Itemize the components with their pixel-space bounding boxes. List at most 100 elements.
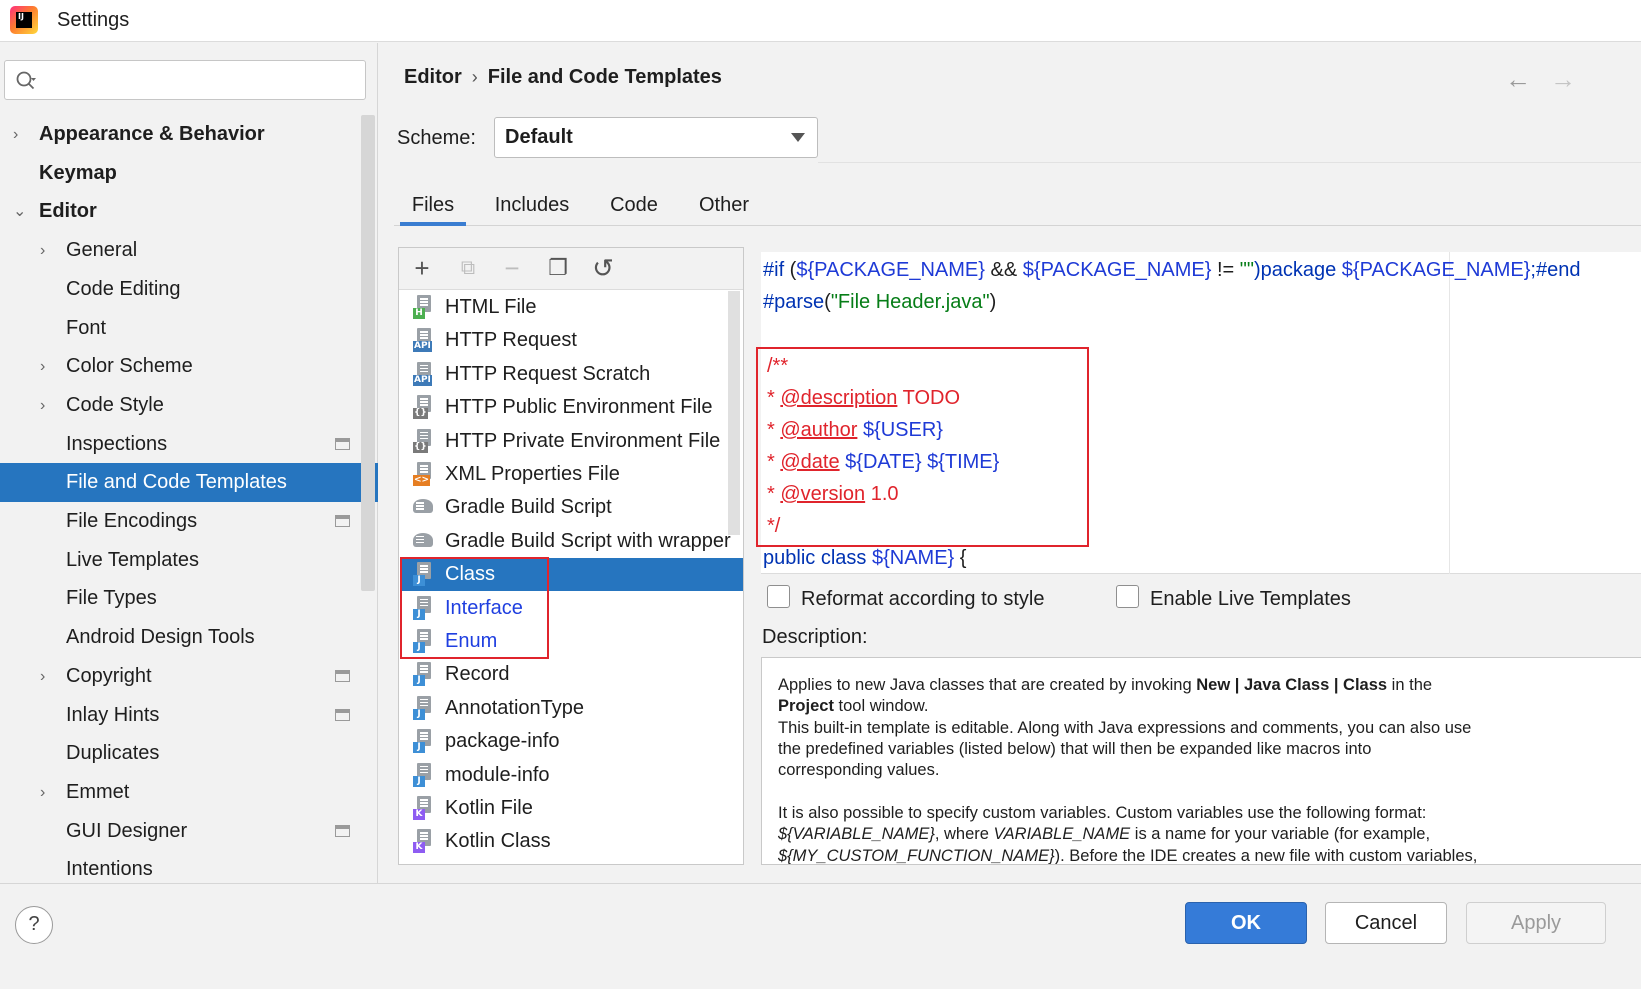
template-item[interactable]: {} HTTP Private Environment File: [400, 425, 743, 458]
sidebar-item-editor[interactable]: ⌄ Editor: [0, 192, 378, 231]
template-list-scrollbar[interactable]: [728, 291, 740, 535]
reformat-checkbox[interactable]: [767, 585, 790, 608]
chevron-down-icon[interactable]: ⌄: [13, 192, 29, 231]
back-arrow-icon[interactable]: ←: [1505, 64, 1531, 95]
template-label: package-info: [445, 730, 560, 753]
sidebar-item-label: GUI Designer: [66, 819, 188, 842]
add-child-template-icon[interactable]: ⧉: [455, 256, 481, 282]
apply-button[interactable]: Apply: [1466, 902, 1606, 944]
chevron-right-icon[interactable]: ›: [40, 657, 56, 696]
chevron-right-icon[interactable]: ›: [13, 115, 29, 154]
template-item[interactable]: Gradle Build Script with wrapper: [400, 525, 743, 558]
sidebar-item-keymap[interactable]: Keymap: [0, 154, 378, 193]
sidebar-item-emmet[interactable]: › Emmet: [0, 773, 378, 812]
sidebar-item-appearance-behavior[interactable]: › Appearance & Behavior: [0, 115, 378, 154]
template-item[interactable]: K Kotlin File: [400, 792, 743, 825]
sidebar-item-file-encodings[interactable]: File Encodings: [0, 502, 378, 541]
tab-includes[interactable]: Includes: [486, 186, 578, 226]
template-item[interactable]: <> XML Properties File: [400, 458, 743, 491]
template-toolbar: + ⧉ − ❐ ↺: [399, 248, 743, 290]
ok-button[interactable]: OK: [1185, 902, 1307, 944]
sidebar-item-label: Code Editing: [66, 277, 181, 300]
sidebar-item-gui-designer[interactable]: GUI Designer: [0, 812, 378, 851]
sidebar-item-label: File and Code Templates: [66, 471, 287, 494]
sidebar-item-code-style[interactable]: › Code Style: [0, 386, 378, 425]
desc-line-1: Applies to new Java classes that are cre…: [778, 676, 1433, 694]
settings-search-input[interactable]: [4, 60, 366, 100]
forward-arrow-icon[interactable]: →: [1550, 64, 1576, 95]
tab-files[interactable]: Files: [400, 186, 466, 226]
template-item[interactable]: K Kotlin Class: [400, 825, 743, 858]
sidebar-item-duplicates[interactable]: Duplicates: [0, 734, 378, 773]
sidebar-scrollbar[interactable]: [361, 115, 375, 591]
sidebar-item-label: General: [66, 239, 138, 262]
file-template-icon: API: [413, 361, 435, 387]
sidebar-item-android-design-tools[interactable]: Android Design Tools: [0, 618, 378, 657]
sidebar-item-label: Inlay Hints: [66, 703, 160, 726]
template-item[interactable]: Jmodule-info: [400, 759, 743, 792]
template-item[interactable]: J AnnotationType: [400, 692, 743, 725]
template-tabs: Files Includes Code Other: [394, 186, 1641, 226]
live-templates-checkbox[interactable]: [1116, 585, 1139, 608]
desc-line-6: It is also possible to specify custom va…: [778, 804, 1427, 822]
sidebar-item-file-and-code-templates[interactable]: File and Code Templates: [0, 463, 378, 503]
sidebar-item-inlay-hints[interactable]: Inlay Hints: [0, 696, 378, 735]
scheme-dropdown[interactable]: Default: [494, 117, 818, 158]
template-label: Gradle Build Script: [445, 496, 612, 519]
template-label: AnnotationType: [445, 696, 584, 719]
cancel-button[interactable]: Cancel: [1325, 902, 1447, 944]
project-settings-icon: [335, 437, 350, 450]
highlight-box-comment: [756, 347, 1089, 547]
sidebar-item-copyright[interactable]: › Copyright: [0, 657, 378, 696]
sidebar-item-code-editing[interactable]: Code Editing: [0, 270, 378, 309]
template-item[interactable]: Gradle Build Script: [400, 491, 743, 524]
sidebar-item-general[interactable]: › General: [0, 231, 378, 270]
sidebar-item-label: Live Templates: [66, 548, 200, 571]
project-settings-icon: [335, 669, 350, 682]
chevron-right-icon[interactable]: ›: [40, 773, 56, 812]
reset-to-default-icon[interactable]: ↺: [590, 255, 616, 282]
template-label: Kotlin Class: [445, 830, 551, 853]
chevron-right-icon[interactable]: ›: [40, 386, 56, 425]
template-item[interactable]: J Record: [400, 658, 743, 691]
template-item[interactable]: Jpackage-info: [400, 725, 743, 758]
sidebar-item-color-scheme[interactable]: › Color Scheme: [0, 347, 378, 386]
help-button[interactable]: ?: [15, 906, 53, 944]
file-template-icon: API: [413, 328, 435, 353]
sidebar-item-live-templates[interactable]: Live Templates: [0, 541, 378, 580]
template-item[interactable]: {} HTTP Public Environment File: [400, 391, 743, 424]
chevron-right-icon[interactable]: ›: [40, 347, 56, 386]
template-label: Record: [445, 663, 510, 686]
template-item[interactable]: API HTTP Request Scratch: [400, 358, 743, 391]
template-label: HTTP Private Environment File: [445, 429, 721, 452]
breadcrumb-separator: ›: [471, 67, 478, 87]
tab-code[interactable]: Code: [599, 186, 669, 226]
sidebar-item-inspections[interactable]: Inspections: [0, 425, 378, 464]
desc-line-7: ${VARIABLE_NAME}, where VARIABLE_NAME is…: [778, 825, 1431, 843]
copy-template-icon[interactable]: ❐: [545, 256, 571, 282]
sidebar-item-label: Font: [66, 316, 107, 339]
sidebar-item-label: Copyright: [66, 664, 152, 687]
template-label: XML Properties File: [445, 463, 620, 485]
search-icon: [16, 71, 36, 90]
description-panel: Applies to new Java classes that are cre…: [761, 657, 1641, 865]
template-item[interactable]: H HTML File: [400, 291, 743, 324]
divider: [818, 162, 1641, 163]
title-bar: IJ Settings: [0, 0, 1641, 42]
sidebar-item-label: File Encodings: [66, 510, 198, 532]
file-template-icon: J: [413, 695, 435, 721]
chevron-right-icon[interactable]: ›: [40, 231, 56, 270]
add-template-button[interactable]: +: [409, 255, 435, 282]
tab-other[interactable]: Other: [689, 186, 759, 226]
file-template-icon: K: [413, 829, 435, 854]
sidebar-item-file-types[interactable]: File Types: [0, 579, 378, 618]
gradle-elephant-icon: [413, 529, 435, 554]
settings-sidebar: › Appearance & Behavior Keymap ⌄ Editor › Gene…: [0, 43, 378, 883]
sidebar-item-font[interactable]: Font: [0, 309, 378, 348]
breadcrumb-parent[interactable]: Editor: [404, 66, 462, 88]
template-item[interactable]: API HTTP Request: [400, 324, 743, 357]
sidebar-item-label: Code Style: [66, 393, 164, 416]
scheme-label: Scheme:: [397, 127, 476, 149]
remove-template-button[interactable]: −: [499, 255, 525, 282]
breadcrumb: Editor › File and Code Templates: [404, 66, 722, 89]
